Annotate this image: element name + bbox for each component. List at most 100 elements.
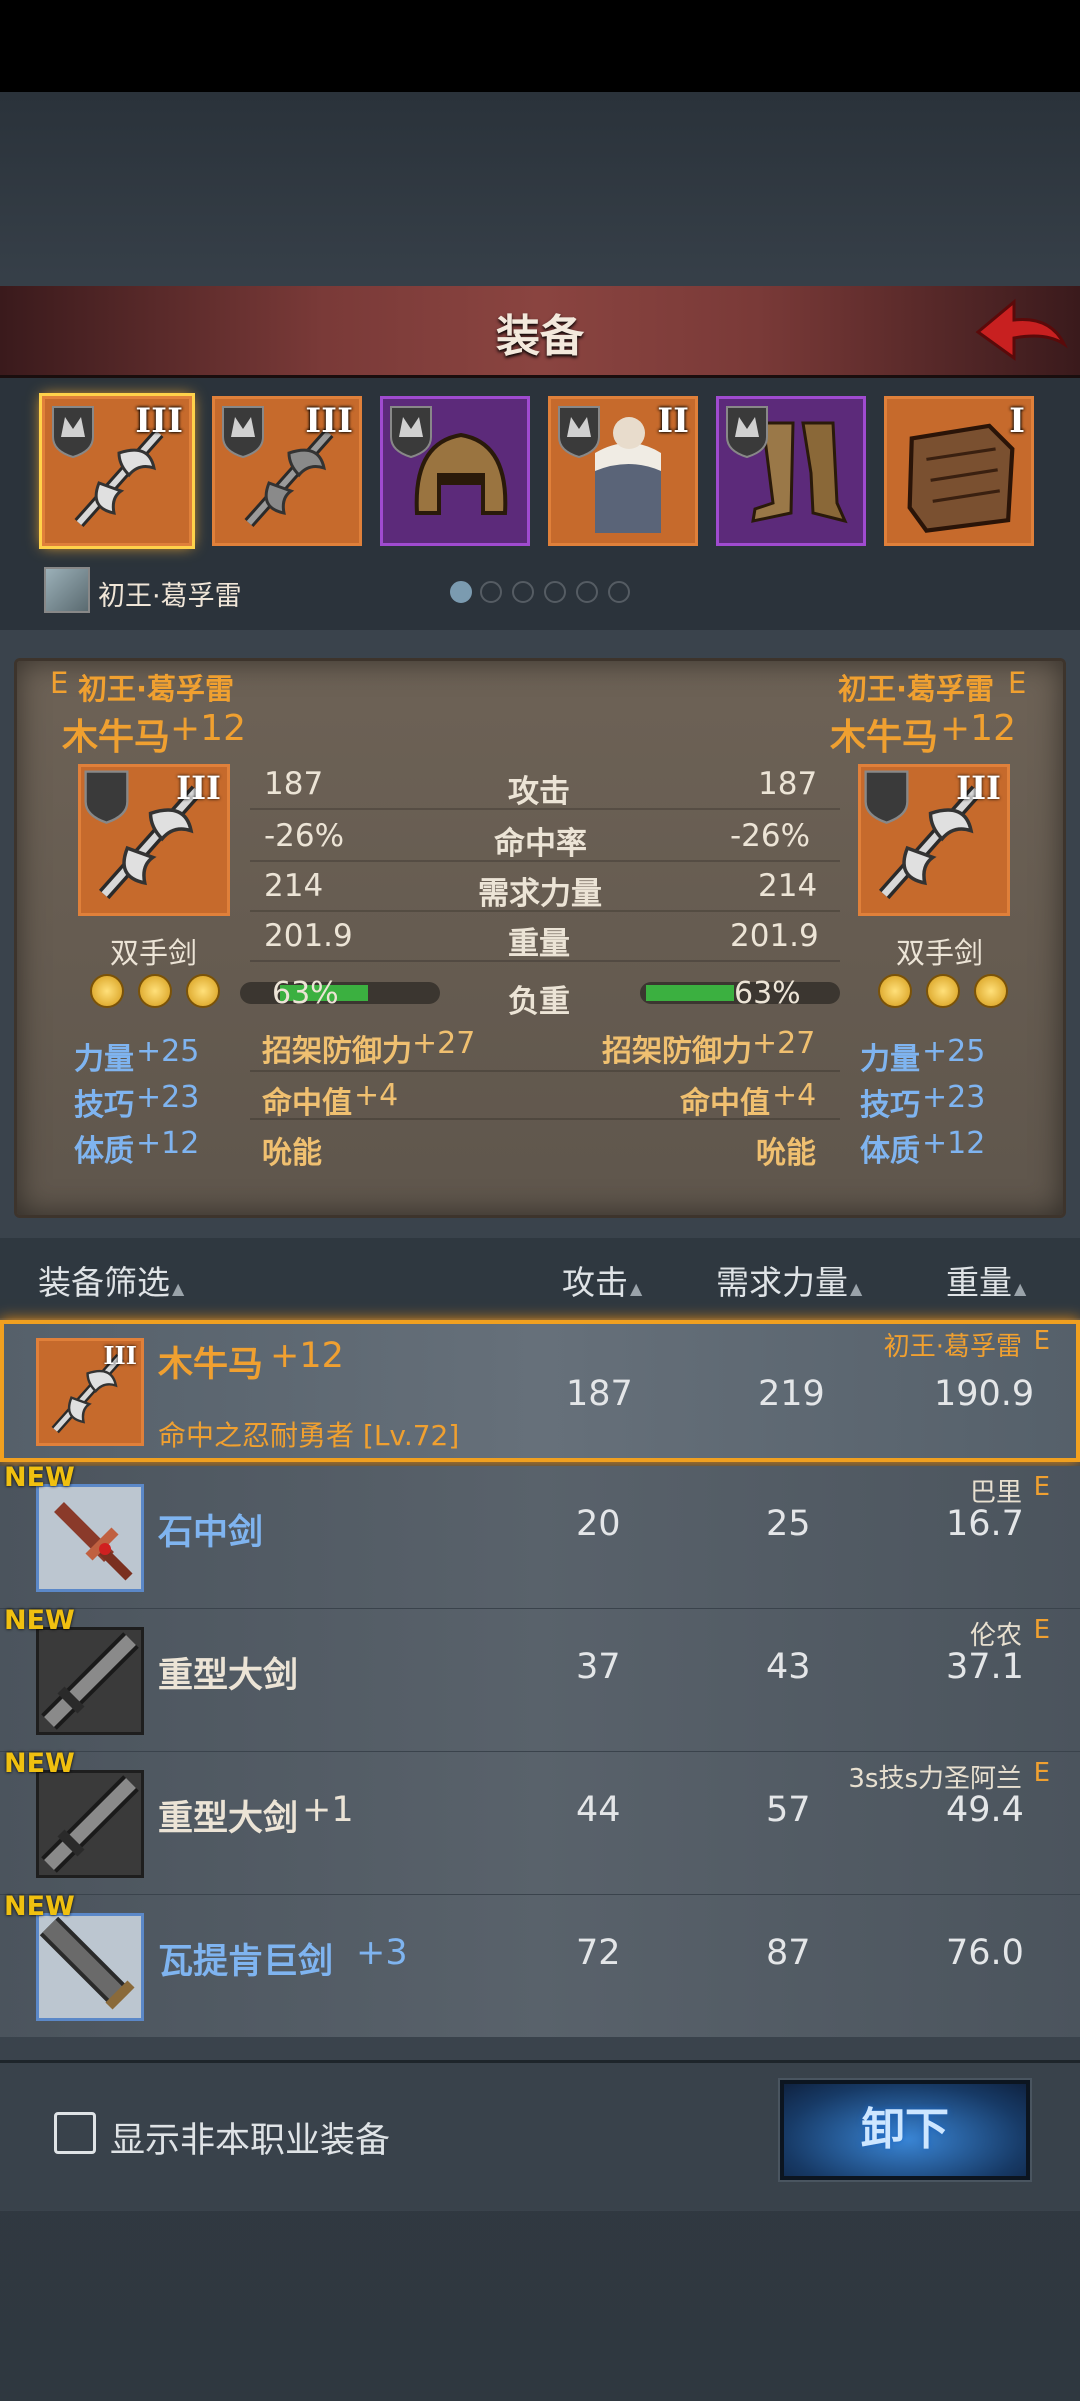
- load-bar-left: [240, 982, 440, 1004]
- page-title: 装备: [496, 311, 584, 362]
- new-badge: NEW: [4, 1462, 75, 1493]
- sort-filter-button[interactable]: 装备筛选: [38, 1256, 184, 1304]
- stat-value: +23: [136, 1080, 200, 1115]
- shield-icon: [558, 406, 600, 459]
- item-plus-left: +12: [170, 708, 246, 749]
- strength-right: 214: [758, 868, 818, 904]
- owner-right: 初王·葛孚雷: [838, 672, 995, 706]
- sort-attack-button[interactable]: 攻击: [562, 1256, 642, 1304]
- load-bar-fill: [646, 985, 734, 1001]
- item-name-left: 木牛马: [62, 717, 171, 758]
- list-item[interactable]: NEW 瓦提肯巨剑 +3 72 87 76.0: [0, 1891, 1080, 2037]
- item-subtitle: 命中之忍耐勇者 [Lv.72]: [158, 1419, 460, 1452]
- item-name: 重型大剑: [158, 1799, 299, 1839]
- tier-label: III: [176, 769, 221, 807]
- item-weight: 49.4: [946, 1790, 1024, 1830]
- stat-value: +12: [922, 1126, 986, 1161]
- back-button[interactable]: [970, 292, 1070, 370]
- slot-helmet[interactable]: [380, 396, 530, 546]
- stat-name: 体质: [74, 1134, 134, 1169]
- parry-right: 招架防御力: [602, 1034, 752, 1069]
- item-strength: 57: [766, 1790, 811, 1830]
- slot-weapon-off[interactable]: III: [212, 396, 362, 546]
- grade-left: E: [50, 666, 69, 700]
- character-avatar[interactable]: [44, 567, 90, 613]
- stat-name: 技巧: [860, 1088, 920, 1123]
- unequip-button[interactable]: 卸下: [780, 2080, 1030, 2180]
- parry-left: 招架防御力: [262, 1034, 412, 1069]
- page-dot[interactable]: [480, 581, 502, 603]
- page-dot[interactable]: [512, 581, 534, 603]
- item-attack: 187: [566, 1374, 633, 1414]
- item-name-right: 木牛马: [830, 717, 939, 758]
- load-left: 63%: [272, 976, 339, 1011]
- item-name: 石中剑: [158, 1513, 264, 1553]
- item-icon: [36, 1913, 144, 2021]
- weight-left: 201.9: [264, 918, 353, 954]
- star-coin-icon: [974, 974, 1008, 1008]
- new-badge: NEW: [4, 1891, 75, 1922]
- shield-icon: [390, 406, 432, 459]
- parry-value-right: +27: [752, 1026, 816, 1061]
- divider: [250, 960, 840, 962]
- item-name: 木牛马: [158, 1345, 264, 1385]
- show-other-class-checkbox[interactable]: [54, 2112, 96, 2154]
- page-dot[interactable]: [544, 581, 566, 603]
- load-right: 63%: [734, 976, 801, 1011]
- item-owner: 初王·葛孚雷: [883, 1332, 1022, 1362]
- weapon-type-left: 双手剑: [110, 936, 198, 970]
- slot-armor[interactable]: II: [548, 396, 698, 546]
- item-plus-right: +12: [940, 708, 1016, 749]
- item-grade: E: [1033, 1615, 1050, 1645]
- slot-book[interactable]: I: [884, 396, 1034, 546]
- hit-value-left: +4: [354, 1078, 399, 1113]
- tier-label: III: [103, 1341, 137, 1370]
- slot-weapon-main[interactable]: III: [42, 396, 192, 546]
- list-item[interactable]: NEW 石中剑 20 25 16.7 巴里 E: [0, 1462, 1080, 1608]
- list-item[interactable]: III 木牛马 +12 命中之忍耐勇者 [Lv.72] 187 219 190.…: [0, 1320, 1080, 1462]
- tier-label: III: [135, 401, 183, 441]
- page-dot[interactable]: [608, 581, 630, 603]
- item-icon: III: [36, 1338, 144, 1446]
- tier-label: II: [657, 401, 689, 441]
- list-item[interactable]: NEW 重型大剑 37 43 37.1 伦农 E: [0, 1605, 1080, 1751]
- item-strength: 219: [758, 1374, 825, 1414]
- list-item[interactable]: NEW 重型大剑 +1 44 57 49.4 3s技s力圣阿兰 E: [0, 1748, 1080, 1894]
- tier-label: I: [1009, 401, 1025, 441]
- greatsword-icon: [41, 1632, 139, 1730]
- item-plus: +3: [356, 1933, 408, 1973]
- show-other-class-label[interactable]: 显示非本职业装备: [110, 2112, 390, 2163]
- sort-strength-button[interactable]: 需求力量: [716, 1256, 862, 1304]
- roar-right: 吮能: [756, 1136, 816, 1171]
- character-name: 初王·葛孚雷: [98, 581, 242, 612]
- sword-icon: [54, 1502, 133, 1581]
- new-badge: NEW: [4, 1605, 75, 1636]
- star-coin-icon: [186, 974, 220, 1008]
- item-strength: 43: [766, 1647, 811, 1687]
- accuracy-left: -26%: [264, 818, 345, 854]
- item-grade: E: [1033, 1326, 1050, 1356]
- slot-greaves[interactable]: [716, 396, 866, 546]
- hit-value-right: +4: [772, 1078, 817, 1113]
- page-dot[interactable]: [576, 581, 598, 603]
- divider: [250, 808, 840, 810]
- label-attack: 攻击: [508, 774, 570, 810]
- shield-icon: [726, 406, 768, 459]
- sort-weight-button[interactable]: 重量: [946, 1256, 1026, 1304]
- item-owner: 3s技s力圣阿兰: [848, 1764, 1022, 1794]
- greatsword-icon: [39, 1916, 135, 2010]
- item-strength: 25: [766, 1504, 811, 1544]
- unequip-label: 卸下: [861, 2104, 949, 2155]
- star-coin-icon: [90, 974, 124, 1008]
- item-icon: [36, 1484, 144, 1592]
- hit-right: 命中值: [680, 1086, 770, 1121]
- item-attack: 37: [576, 1647, 621, 1687]
- item-icon-right: III: [858, 764, 1010, 916]
- weight-right: 201.9: [730, 918, 819, 954]
- page-dot[interactable]: [450, 581, 472, 603]
- grade-right: E: [1008, 666, 1027, 700]
- back-arrow-icon: [975, 298, 1068, 361]
- shield-icon: [222, 406, 264, 459]
- owner-left: 初王·葛孚雷: [78, 672, 235, 706]
- item-name: 重型大剑: [158, 1656, 299, 1696]
